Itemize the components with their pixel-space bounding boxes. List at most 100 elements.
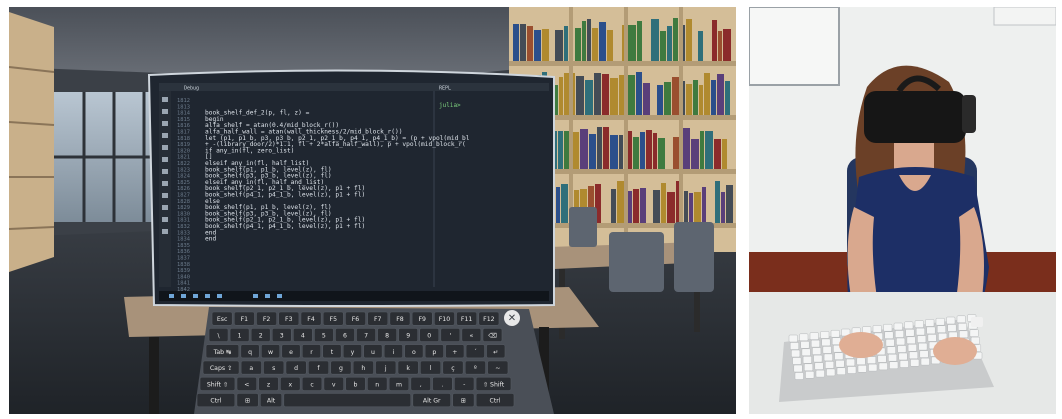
repl-prompt[interactable]: julia> <box>439 102 461 109</box>
key-label: « <box>469 332 473 339</box>
virtual-keyboard[interactable]: Esc F1 F2 F3 F4 F5 F6 F7 F8 F9 F10 F11 F12\ 1 2 3 4 5 6 7 8 9… <box>194 307 554 414</box>
key[interactable] <box>283 393 412 408</box>
key-label: Alt Gr <box>423 398 441 405</box>
key-label: 5 <box>322 332 326 339</box>
key-label: ´ <box>474 348 477 356</box>
key-label: Ctrl <box>210 398 221 405</box>
line-number: 1840 <box>177 274 190 280</box>
line-number: 1828 <box>177 199 190 205</box>
line-number: 1835 <box>177 243 190 249</box>
line-number: 1822 <box>177 161 190 167</box>
line-number: 1834 <box>177 237 190 243</box>
key-label: Ctrl <box>490 398 501 405</box>
key-label: b <box>354 381 358 388</box>
key-label: u <box>371 349 375 356</box>
line-number: 1820 <box>177 148 190 154</box>
key-label: 9 <box>406 332 410 339</box>
key-label: . <box>441 381 443 388</box>
line-number: 1836 <box>177 249 190 255</box>
key-label: ' <box>449 332 451 339</box>
key-label: 0 <box>427 332 431 339</box>
key-label: F9 <box>418 316 426 323</box>
vr-scene-graphic: Debug REPL julia> 1812181318141815181618… <box>9 7 736 414</box>
line-numbers: 1812181318141815181618171818181918201821… <box>177 98 190 293</box>
key-label: F11 <box>461 316 472 323</box>
key-label: F12 <box>483 316 494 323</box>
line-number: 1819 <box>177 142 190 148</box>
bookshelf-left <box>9 12 54 272</box>
photo-graphic <box>749 7 1056 414</box>
key-label: ~ <box>495 365 500 372</box>
key-label: y <box>351 349 355 356</box>
key-label: , <box>420 381 422 388</box>
line-number: 1825 <box>177 180 190 186</box>
key-label: o <box>412 349 416 356</box>
code-line: if any_in(fl, zero_list) <box>205 147 294 154</box>
line-number: 1831 <box>177 218 190 224</box>
key-label: ⌫ <box>488 332 497 339</box>
key-label: l <box>430 365 432 372</box>
key-label: 6 <box>343 332 347 339</box>
key-label: a <box>249 365 253 372</box>
key-label: p <box>432 349 436 356</box>
key-label: 1 <box>238 332 242 339</box>
photo-person-with-vr-headset <box>749 7 1056 414</box>
key-label: F3 <box>285 316 293 323</box>
line-number: 1823 <box>177 167 190 173</box>
key-label: Alt <box>267 398 276 405</box>
right-hand <box>933 337 977 365</box>
key-label: v <box>332 381 336 388</box>
key-label: e <box>289 349 293 356</box>
editor-tab[interactable]: Debug <box>184 86 199 92</box>
line-number: 1830 <box>177 211 190 217</box>
key-label: F5 <box>330 316 338 323</box>
key-label: c <box>310 381 314 388</box>
line-number: 1832 <box>177 224 190 230</box>
key-label: 3 <box>280 332 284 339</box>
key-label: F7 <box>374 316 382 323</box>
line-number: 1826 <box>177 186 190 192</box>
key-label: F6 <box>352 316 360 323</box>
key-label: z <box>267 381 270 388</box>
left-hand <box>839 332 883 358</box>
key-label: s <box>272 365 275 372</box>
key-label: ç <box>451 365 455 372</box>
key-label: n <box>375 381 379 388</box>
key-label: 2 <box>259 332 263 339</box>
line-number: 1817 <box>177 130 190 136</box>
key-label: Shift ⇧ <box>207 381 228 388</box>
key-label: x <box>288 381 292 388</box>
code-line: end <box>205 236 216 243</box>
line-number: 1829 <box>177 205 190 211</box>
key-label: 4 <box>301 332 305 339</box>
repl-tab[interactable]: REPL <box>439 86 451 92</box>
key-label: º <box>474 365 477 372</box>
virtual-monitor: Debug REPL julia> 1812181318141815181618… <box>147 69 555 307</box>
line-number: 1821 <box>177 155 190 161</box>
vr-headset <box>864 91 966 143</box>
key-label: q <box>248 349 252 356</box>
key-label: F1 <box>241 316 249 323</box>
key-label: 8 <box>385 332 389 339</box>
key-label: h <box>361 365 365 372</box>
key-label: k <box>406 365 410 372</box>
line-number: 1813 <box>177 104 190 110</box>
line-number: 1841 <box>177 281 190 287</box>
line-number: 1815 <box>177 117 190 123</box>
line-number: 1827 <box>177 193 190 199</box>
key-label: d <box>294 365 298 372</box>
code-line: book_shelf(p4_1, p4_1_b, level(z), p1 + … <box>205 223 365 230</box>
vr-library-scene: Debug REPL julia> 1812 1813 1814 1815 1816 18… <box>9 7 736 414</box>
line-number: 1824 <box>177 174 190 180</box>
key-label: w <box>268 349 273 356</box>
line-number: 1816 <box>177 123 190 129</box>
line-number: 1818 <box>177 136 190 142</box>
key-label: j <box>384 365 387 372</box>
key-label: Esc <box>217 316 228 323</box>
line-number: 1837 <box>177 256 190 262</box>
line-number: 1814 <box>177 111 190 117</box>
key-label: < <box>244 381 249 388</box>
key-label: ↵ <box>493 349 498 356</box>
key-label: F4 <box>307 316 315 323</box>
whiteboard <box>749 7 840 86</box>
